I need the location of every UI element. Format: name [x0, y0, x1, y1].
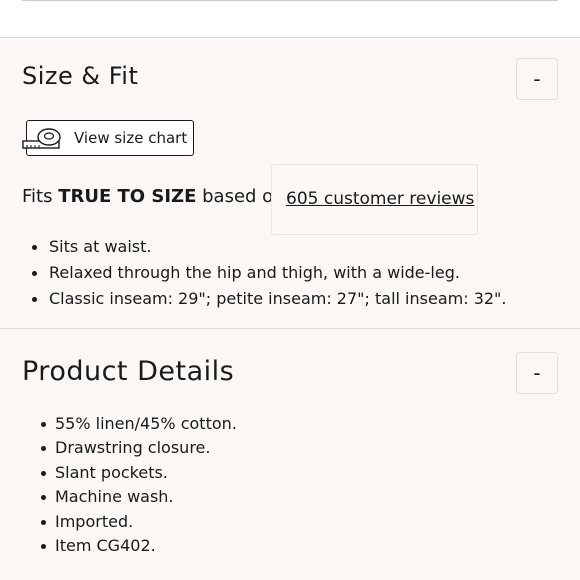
fit-details-list: Sits at waist. Relaxed through the hip a… [32, 236, 507, 314]
size-fit-title: Size & Fit [22, 62, 139, 90]
product-details-list: 55% linen/45% cotton. Drawstring closure… [41, 413, 237, 559]
customer-reviews-link[interactable]: 605 customer reviews [286, 189, 474, 209]
list-item: Machine wash. [41, 486, 237, 510]
fit-summary: Fits TRUE TO SIZE based on [22, 186, 285, 207]
fit-summary-emphasis: TRUE TO SIZE [58, 186, 197, 207]
fit-summary-prefix: Fits [22, 186, 59, 207]
list-item: Imported. [41, 511, 237, 535]
list-item: Drawstring closure. [41, 437, 237, 461]
list-item: 55% linen/45% cotton. [41, 413, 237, 437]
top-divider [22, 0, 558, 1]
customer-reviews-box: 605 customer reviews [271, 164, 478, 235]
top-strip [0, 0, 580, 38]
list-item: Sits at waist. [32, 236, 507, 262]
list-item: Classic inseam: 29"; petite inseam: 27";… [32, 288, 507, 314]
list-item: Relaxed through the hip and thigh, with … [32, 262, 507, 288]
size-fit-collapse-button[interactable]: - [516, 58, 558, 100]
product-details-title: Product Details [22, 356, 235, 387]
view-size-chart-button[interactable]: View size chart [22, 120, 194, 156]
measuring-tape-icon [22, 128, 61, 149]
list-item: Slant pockets. [41, 462, 237, 486]
product-details-collapse-button[interactable]: - [516, 352, 558, 394]
list-item: Item CG402. [41, 535, 237, 559]
view-size-chart-label: View size chart [74, 129, 188, 147]
section-divider [0, 328, 580, 329]
